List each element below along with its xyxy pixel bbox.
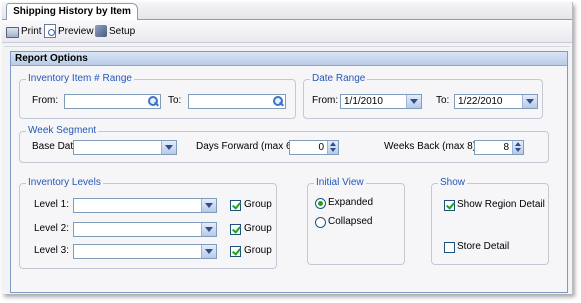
level-2-group-label: Group bbox=[244, 223, 272, 234]
weeks-back-label: Weeks Back (max 8): bbox=[384, 141, 479, 152]
tab-strip: Shipping History by Item bbox=[2, 2, 572, 20]
level-1-group-checkbox[interactable] bbox=[230, 200, 241, 211]
show-region-detail-label: Show Region Detail bbox=[457, 199, 545, 210]
level-3-select[interactable] bbox=[73, 244, 217, 259]
search-icon[interactable] bbox=[147, 96, 158, 107]
date-to-select[interactable]: 1/22/2010 bbox=[454, 94, 538, 109]
tab-shipping-history[interactable]: Shipping History by Item bbox=[6, 3, 138, 20]
report-options-panel: Report Options Inventory Item # Range Fr… bbox=[10, 51, 568, 293]
search-icon[interactable] bbox=[272, 96, 283, 107]
setup-label: Setup bbox=[109, 25, 136, 37]
print-label: Print bbox=[21, 25, 42, 37]
chevron-down-icon[interactable] bbox=[522, 95, 537, 108]
toolbar: Print Preview Setup bbox=[2, 20, 572, 43]
inventory-to-input[interactable] bbox=[188, 94, 286, 109]
inventory-from-input[interactable] bbox=[64, 94, 161, 109]
show-group: Show Show Region Detail Store Detail bbox=[431, 177, 549, 265]
level-2-label: Level 2: bbox=[34, 223, 70, 234]
chevron-down-icon[interactable] bbox=[201, 245, 216, 258]
inventory-from-label: From: bbox=[32, 95, 59, 106]
preview-button[interactable]: Preview bbox=[44, 23, 94, 39]
level-1-group-label: Group bbox=[244, 199, 272, 210]
print-button[interactable]: Print bbox=[6, 23, 42, 39]
week-segment-title: Week Segment bbox=[26, 125, 99, 137]
date-from-select[interactable]: 1/1/2010 bbox=[340, 94, 422, 109]
print-icon bbox=[6, 26, 19, 38]
date-to-value: 1/22/2010 bbox=[458, 96, 503, 107]
show-region-detail-checkbox[interactable] bbox=[444, 200, 455, 211]
store-detail-label: Store Detail bbox=[457, 241, 510, 252]
base-date-select[interactable] bbox=[73, 140, 177, 155]
expanded-radio[interactable] bbox=[315, 198, 326, 209]
inventory-to-label: To: bbox=[168, 95, 182, 106]
week-segment-group: Week Segment Base Date: Days Forward (ma… bbox=[19, 125, 549, 163]
days-forward-stepper[interactable]: 0 bbox=[289, 140, 339, 155]
chevron-down-icon[interactable] bbox=[201, 223, 216, 236]
report-window: Shipping History by Item Print Preview S… bbox=[2, 2, 573, 294]
collapsed-radio[interactable] bbox=[315, 217, 326, 228]
initial-view-group: Initial View Expanded Collapsed bbox=[307, 177, 405, 265]
store-detail-checkbox[interactable] bbox=[444, 242, 455, 253]
date-range-group: Date Range From: 1/1/2010 To: 1/22/2010 bbox=[303, 73, 543, 119]
date-from-label: From: bbox=[312, 95, 339, 106]
inventory-range-group: Inventory Item # Range From: To: bbox=[19, 73, 296, 119]
date-from-value: 1/1/2010 bbox=[344, 96, 383, 107]
chevron-down-icon[interactable] bbox=[201, 199, 216, 212]
divider bbox=[4, 46, 570, 47]
chevron-down-icon[interactable] bbox=[406, 95, 421, 108]
chevron-down-icon[interactable] bbox=[161, 141, 176, 154]
setup-icon bbox=[95, 25, 107, 37]
days-forward-value: 0 bbox=[318, 142, 324, 153]
weeks-back-stepper[interactable]: 8 bbox=[474, 140, 524, 155]
spin-arrows-icon[interactable] bbox=[327, 141, 338, 154]
inventory-levels-title: Inventory Levels bbox=[26, 177, 103, 189]
level-1-label: Level 1: bbox=[34, 199, 70, 210]
expanded-label: Expanded bbox=[328, 197, 374, 208]
inventory-levels-group: Inventory Levels Level 1: Group Level 2:… bbox=[19, 177, 277, 269]
level-3-group-checkbox[interactable] bbox=[230, 246, 241, 257]
setup-button[interactable]: Setup bbox=[95, 23, 135, 39]
level-3-label: Level 3: bbox=[34, 245, 70, 256]
date-range-title: Date Range bbox=[310, 73, 368, 85]
preview-icon bbox=[44, 24, 56, 38]
level-3-group-label: Group bbox=[244, 245, 272, 256]
level-2-group-checkbox[interactable] bbox=[230, 224, 241, 235]
date-to-label: To: bbox=[436, 95, 450, 106]
level-2-select[interactable] bbox=[73, 222, 217, 237]
report-options-header: Report Options bbox=[11, 52, 567, 66]
days-forward-label: Days Forward (max 6): bbox=[196, 141, 298, 152]
inventory-range-title: Inventory Item # Range bbox=[26, 73, 134, 85]
collapsed-label: Collapsed bbox=[328, 216, 373, 227]
spin-arrows-icon[interactable] bbox=[512, 141, 523, 154]
level-1-select[interactable] bbox=[73, 198, 217, 213]
preview-label: Preview bbox=[58, 25, 94, 37]
initial-view-title: Initial View bbox=[314, 177, 366, 189]
weeks-back-value: 8 bbox=[503, 142, 509, 153]
show-title: Show bbox=[438, 177, 468, 189]
